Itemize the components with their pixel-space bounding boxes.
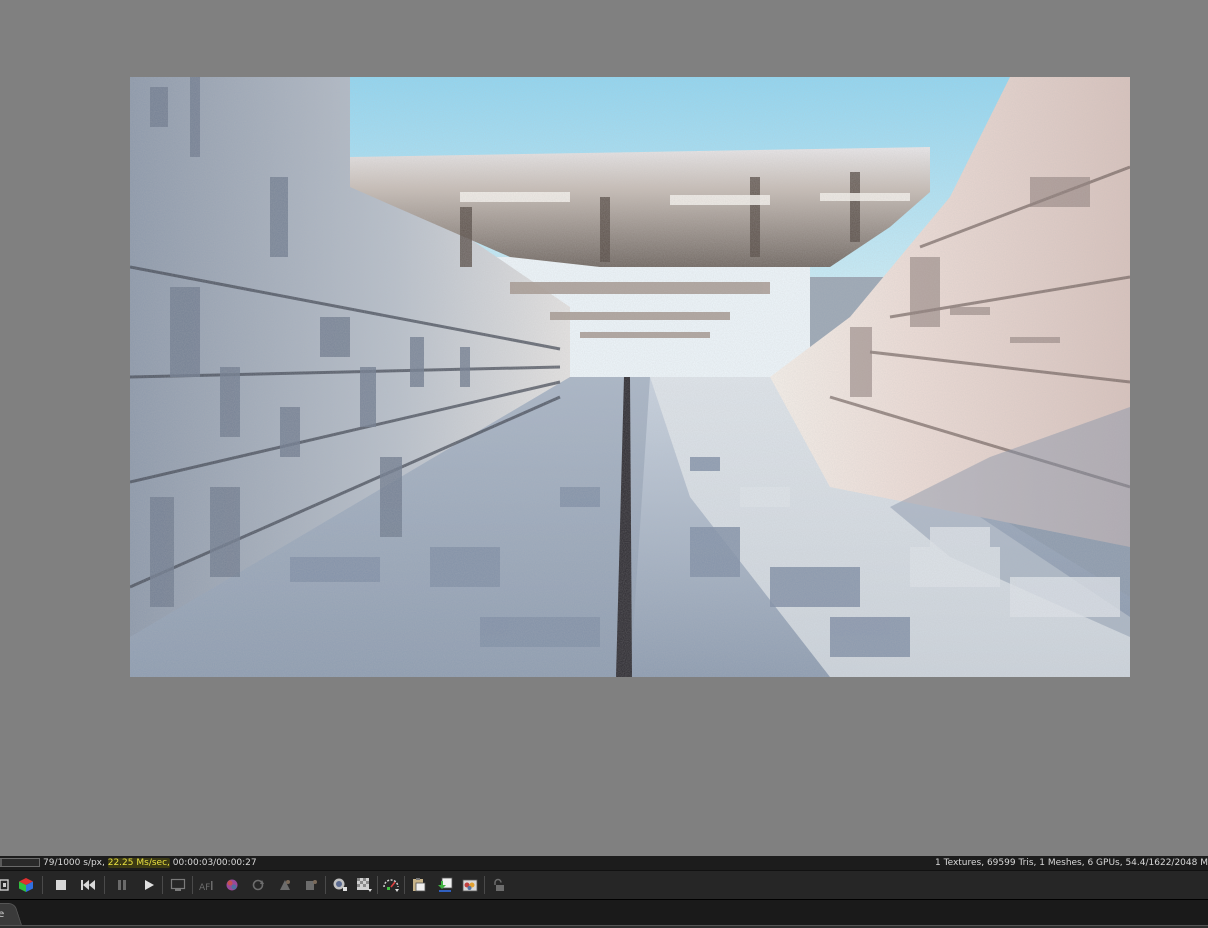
render-viewport[interactable]	[0, 0, 1208, 856]
speed-text: 22.25 Ms/sec,	[107, 858, 170, 868]
play-icon[interactable]	[140, 876, 158, 894]
stop-icon[interactable]	[52, 876, 70, 894]
tab-strip: ne	[0, 899, 1208, 928]
settings-icon[interactable]	[0, 876, 12, 894]
autofocus-icon[interactable]: AF	[198, 876, 216, 894]
tab-label: ne	[0, 909, 4, 920]
channels-icon[interactable]	[461, 876, 479, 894]
sub-sampling-icon[interactable]	[382, 876, 400, 894]
status-bar: 79/1000 s/px, 22.25 Ms/sec, 00:00:03/00:…	[0, 856, 1208, 870]
tab-scene[interactable]: ne	[0, 903, 22, 925]
clay-mode-icon[interactable]	[355, 876, 373, 894]
svg-text:AF: AF	[199, 883, 210, 892]
render-image[interactable]	[130, 77, 1130, 677]
save-icon[interactable]	[436, 876, 454, 894]
color-picker-icon[interactable]	[223, 876, 241, 894]
scene-info: 1 Textures, 69599 Tris, 1 Meshes, 6 GPUs…	[935, 858, 1208, 868]
render-progress-bar	[0, 858, 40, 867]
refresh-icon[interactable]	[249, 876, 267, 894]
pause-icon[interactable]	[113, 876, 131, 894]
object-picker-icon[interactable]	[302, 876, 320, 894]
render-toolbar: AF	[0, 870, 1208, 899]
rendered-scene	[130, 77, 1130, 677]
restart-icon[interactable]	[79, 876, 97, 894]
render-region-icon[interactable]	[169, 876, 187, 894]
lock-icon[interactable]	[489, 876, 507, 894]
copy-icon[interactable]	[410, 876, 428, 894]
material-picker-icon[interactable]	[276, 876, 294, 894]
render-progress-fill	[0, 859, 3, 866]
render-window: 79/1000 s/px, 22.25 Ms/sec, 00:00:03/00:…	[0, 0, 1208, 928]
render-stats: 79/1000 s/px, 22.25 Ms/sec, 00:00:03/00:…	[43, 856, 257, 870]
lock-view-icon[interactable]	[331, 876, 349, 894]
time-text: 00:00:03/00:00:27	[169, 858, 257, 868]
samples-text: 79/1000 s/px,	[43, 858, 108, 868]
color-cube-icon[interactable]	[17, 876, 35, 894]
